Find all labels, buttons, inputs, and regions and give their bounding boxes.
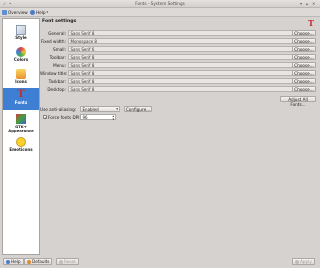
font-row-menu: Menu: Sans Serif 8 Choose...	[40, 62, 318, 69]
font-row-label: General:	[48, 31, 66, 36]
dpi-spinbox[interactable]: 96 ▴ ▾	[80, 114, 116, 120]
page-title: Font settings	[42, 19, 77, 24]
choose-button[interactable]: Choose...	[292, 62, 316, 68]
sidebar-item-colors[interactable]: Colors	[3, 45, 39, 65]
sidebar-item-fonts[interactable]: T Fonts	[3, 88, 39, 110]
antialiasing-value: Enabled	[82, 107, 99, 112]
defaults-icon	[27, 259, 31, 264]
font-row-label: Taskbar:	[48, 79, 66, 84]
choose-button[interactable]: Choose...	[292, 70, 316, 76]
font-row-label: Fixed width:	[40, 39, 66, 44]
font-row-toolbar: Toolbar: Sans Serif 8 Choose...	[40, 54, 318, 61]
window-title: Fonts - System Settings	[135, 1, 185, 6]
sidebar-item-label: Icons	[15, 79, 27, 84]
sidebar-item-label: Style	[15, 35, 27, 40]
close-icon[interactable]: ✕	[312, 1, 316, 6]
antialiasing-select[interactable]: Enabled ▾	[80, 106, 120, 112]
dpi-value: 96	[82, 115, 88, 120]
choose-button[interactable]: Choose...	[292, 86, 316, 92]
antialiasing-label: Use anti-aliasing:	[40, 107, 77, 112]
font-row-taskbar: Taskbar: Sans Serif 8 Choose...	[40, 78, 318, 85]
title-bar: ✓ • Fonts - System Settings ▾ ▴ ✕	[0, 0, 320, 8]
choose-button[interactable]: Choose...	[292, 46, 316, 52]
chevron-down-icon: ▾	[116, 107, 118, 111]
apply-button[interactable]: Apply	[292, 258, 315, 265]
font-value-field: Monospace 8	[68, 38, 300, 44]
sidebar-item-label: Colors	[13, 57, 29, 62]
choose-button[interactable]: Choose...	[292, 30, 316, 36]
font-value-field: Sans Serif 8	[68, 62, 300, 68]
overview-label: Overview	[8, 9, 28, 15]
reset-button-label: Reset	[64, 259, 76, 264]
bottom-button-bar: Help Defaults Reset Apply	[0, 256, 320, 268]
fonts-icon: T	[17, 89, 25, 100]
font-value-field: Sans Serif 8	[68, 78, 300, 84]
font-row-label: Menu:	[53, 63, 66, 68]
reset-button[interactable]: Reset	[56, 258, 79, 265]
help-icon	[6, 259, 10, 264]
sidebar-item-emoticons[interactable]: Emoticons	[3, 135, 39, 155]
style-icon	[16, 25, 26, 35]
sidebar-item-label: Emoticons	[9, 147, 33, 152]
sidebar-item-gtk-appearance[interactable]: GTK+ Appearance	[3, 112, 39, 134]
font-row-small: Small: Sans Serif 6 Choose...	[40, 46, 318, 53]
defaults-button[interactable]: Defaults	[24, 258, 53, 265]
font-row-general: General: Sans Serif 8 Choose...	[40, 30, 318, 37]
font-value-field: Sans Serif 6	[68, 46, 300, 52]
sidebar: Style Colors Icons T Fonts GTK+ Appearan…	[2, 18, 40, 255]
minimize-icon[interactable]: ▾	[300, 1, 304, 6]
spin-arrows-icon: ▴ ▾	[112, 113, 114, 121]
force-dpi-label: Force fonts DPI:	[48, 115, 81, 120]
apply-icon	[295, 259, 299, 264]
sidebar-item-style[interactable]: Style	[3, 23, 39, 43]
font-row-fixed-width: Fixed width: Monospace 8 Choose...	[40, 38, 318, 45]
emoticons-icon	[16, 137, 26, 147]
adjust-all-fonts-button[interactable]: Adjust All Fonts...	[280, 96, 316, 107]
sidebar-item-icons[interactable]: Icons	[3, 67, 39, 87]
font-row-label: Desktop:	[47, 87, 66, 92]
fonts-header-icon: T	[308, 18, 314, 28]
chevron-down-icon: ▾	[46, 10, 49, 14]
font-value-field: Sans Serif 8	[68, 86, 300, 92]
choose-button[interactable]: Choose...	[292, 78, 316, 84]
font-row-window-title: Window title: Sans Serif 8 Choose...	[40, 70, 318, 77]
font-row-label: Window title:	[40, 71, 68, 76]
font-value-field: Sans Serif 8	[68, 54, 300, 60]
overview-button[interactable]: Overview	[2, 9, 28, 15]
help-label: Help	[36, 9, 46, 15]
sidebar-item-label: Fonts	[14, 100, 28, 105]
colors-icon	[16, 47, 26, 57]
defaults-button-label: Defaults	[32, 259, 50, 264]
font-settings-panel: Font settings T General: Sans Serif 8 Ch…	[40, 18, 318, 253]
icons-icon	[16, 69, 26, 79]
font-row-label: Toolbar:	[49, 55, 66, 60]
reset-icon	[59, 259, 63, 264]
gtk-icon	[16, 114, 26, 124]
help-menu-button[interactable]: Help ▾	[30, 9, 48, 15]
choose-button[interactable]: Choose...	[292, 38, 316, 44]
sidebar-item-label: GTK+ Appearance	[8, 124, 34, 133]
back-arrow-icon	[2, 9, 7, 15]
font-row-desktop: Desktop: Sans Serif 8 Choose...	[40, 86, 318, 93]
force-dpi-checkbox[interactable]: ✓	[43, 115, 47, 120]
maximize-icon[interactable]: ▴	[306, 1, 310, 6]
toolbar: Overview Help ▾	[0, 8, 320, 17]
help-button[interactable]: Help	[3, 258, 24, 265]
apply-button-label: Apply	[300, 259, 312, 264]
help-button-label: Help	[11, 259, 21, 264]
font-value-field: Sans Serif 8	[68, 70, 300, 76]
help-icon	[30, 9, 35, 15]
font-value-field: Sans Serif 8	[68, 30, 300, 36]
choose-button[interactable]: Choose...	[292, 54, 316, 60]
force-dpi-row: ✓ Force fonts DPI: 96 ▴ ▾	[40, 114, 318, 121]
font-row-label: Small:	[52, 47, 66, 52]
antialiasing-row: Use anti-aliasing: Enabled ▾ Configure..…	[40, 106, 318, 113]
configure-button[interactable]: Configure...	[124, 106, 152, 112]
